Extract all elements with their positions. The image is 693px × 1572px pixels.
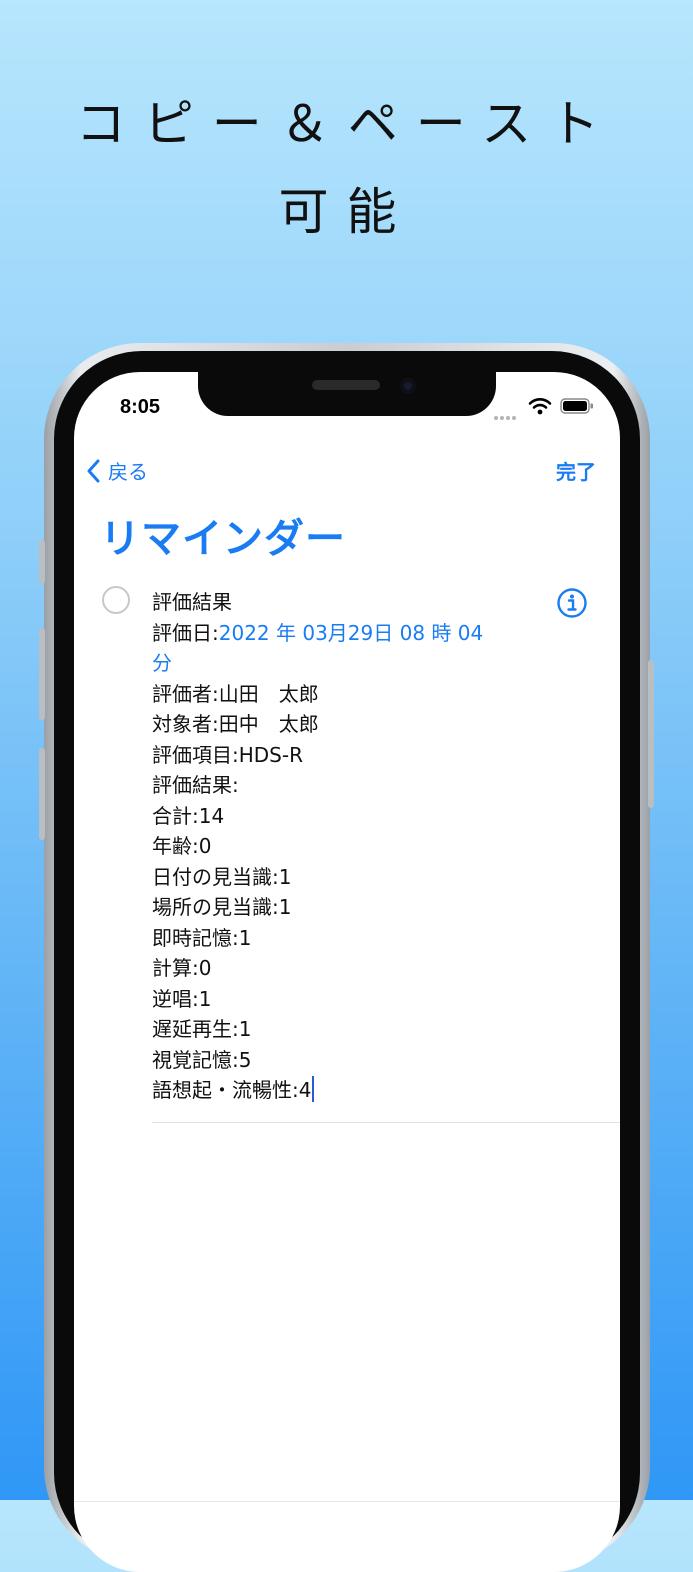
phone-screen: 8:05 戻る 完了 リマインダー 評価結果 評価日:2022 年 03月29日… xyxy=(74,372,620,1572)
note-line: 評価結果: xyxy=(152,773,239,797)
date-link[interactable]: 2022 年 03月29日 08 時 04 xyxy=(219,621,483,645)
speaker-grille xyxy=(312,380,380,390)
note-line: 合計:14 xyxy=(152,803,225,828)
note-line: 視覚記憶:5 xyxy=(152,1047,252,1072)
page-title: リマインダー xyxy=(100,516,346,562)
text-caret xyxy=(312,1076,315,1102)
wifi-icon xyxy=(528,398,552,415)
empty-circle-icon[interactable] xyxy=(102,586,130,614)
note-line: 計算:0 xyxy=(152,956,212,980)
note-line: 遅延再生:1 xyxy=(152,1017,252,1041)
note-line: 逆唱:1 xyxy=(152,986,212,1011)
note-line: 場所の見当識:1 xyxy=(152,895,292,919)
front-camera xyxy=(400,378,416,394)
row-separator xyxy=(152,1122,620,1123)
date-prefix: 評価日: xyxy=(152,620,219,645)
note-line: 年齢:0 xyxy=(152,834,212,858)
headline-line-2: 可能 xyxy=(278,183,415,241)
note-line: 対象者:田中 太郎 xyxy=(152,712,319,736)
side-button-volume-down xyxy=(39,748,45,840)
done-button[interactable]: 完了 xyxy=(556,456,596,485)
back-label: 戻る xyxy=(108,460,148,484)
side-button-volume-up xyxy=(39,628,45,720)
note-line: 評価結果 xyxy=(152,590,232,614)
side-button-mute xyxy=(39,540,45,584)
date-link-continued[interactable]: 分 xyxy=(152,648,532,679)
back-button[interactable]: 戻る xyxy=(86,456,148,485)
reminder-note-text[interactable]: 評価結果 評価日:2022 年 03月29日 08 時 04 分 評価者:山田 … xyxy=(152,587,532,1106)
note-line: 評価者:山田 太郎 xyxy=(152,681,319,706)
signal-dots-icon xyxy=(494,405,520,420)
info-circle-icon[interactable] xyxy=(556,587,588,619)
headline-line-1: コピー＆ペースト xyxy=(75,95,618,153)
notch xyxy=(198,372,496,416)
side-button-power xyxy=(648,660,654,808)
bottom-divider xyxy=(74,1501,620,1502)
battery-icon xyxy=(560,398,593,414)
note-line: 評価項目:HDS-R xyxy=(152,742,303,767)
note-line-last: 語想起・流暢性:4 xyxy=(152,1075,532,1106)
note-line-date: 評価日:2022 年 03月29日 08 時 04 xyxy=(152,618,532,649)
chevron-left-icon xyxy=(87,459,100,482)
note-line: 即時記憶:1 xyxy=(152,925,252,950)
status-time: 8:05 xyxy=(120,396,161,418)
note-line-text: 語想起・流暢性:4 xyxy=(152,1078,312,1102)
note-line: 日付の見当識:1 xyxy=(152,864,292,889)
